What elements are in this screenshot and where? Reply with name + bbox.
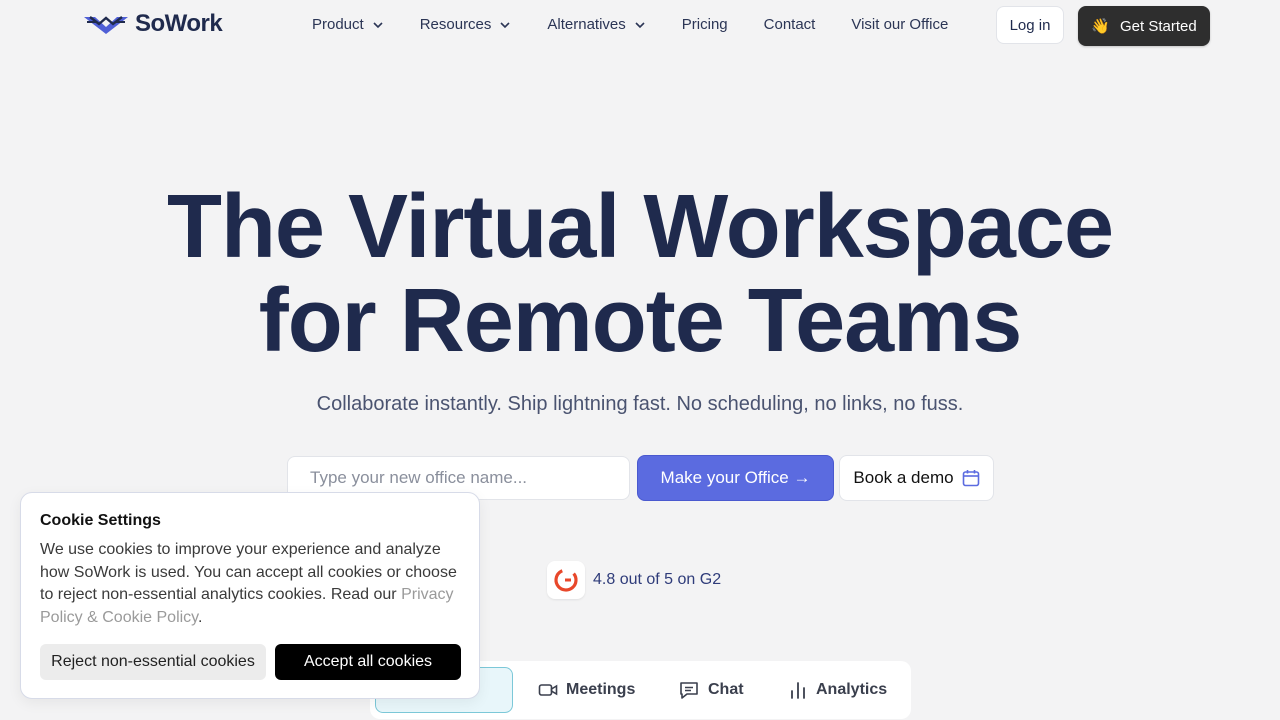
nav-item-pricing[interactable]: Pricing [682, 16, 728, 33]
reject-cookies-button[interactable]: Reject non-essential cookies [40, 644, 266, 680]
book-demo-label: Book a demo [853, 468, 954, 487]
tab-analytics[interactable]: Analytics [788, 667, 887, 713]
hero-title: The Virtual Workspace for Remote Teams [0, 180, 1280, 368]
nav-item-label: Pricing [681, 16, 728, 33]
logo-text: SoWork [135, 10, 223, 37]
hero-subtitle: Collaborate instantly. Ship lightning fa… [316, 393, 964, 415]
tab-label: Meetings [566, 681, 636, 698]
tab-label: Chat [708, 681, 744, 698]
hero-title-line-1: The Virtual Workspace [166, 177, 1114, 277]
g2-rating[interactable]: 4.8 out of 5 on G2 [547, 561, 721, 599]
accept-cookies-button[interactable]: Accept all cookies [275, 644, 461, 680]
site-header: SoWork Product Resources Alternatives Pr… [0, 0, 1280, 52]
nav-item-contact[interactable]: Contact [764, 16, 816, 33]
book-demo-button[interactable]: Book a demo [839, 455, 994, 501]
sowork-logo-icon [84, 16, 128, 34]
nav-item-label: Product [312, 16, 364, 33]
chevron-down-icon [635, 21, 645, 28]
g2-logo-icon [547, 561, 585, 599]
video-icon [538, 684, 558, 696]
nav-item-label: Resources [419, 16, 492, 33]
nav-item-visit-office[interactable]: Visit our Office [851, 16, 948, 33]
calendar-icon [962, 470, 979, 487]
cookie-body-end: . [197, 608, 203, 626]
tab-label: Analytics [816, 681, 888, 698]
analytics-icon [791, 682, 805, 699]
cookie-settings-dialog: Cookie Settings We use cookies to improv… [20, 492, 480, 699]
cookie-body: We use cookies to improve your experienc… [40, 539, 460, 629]
chat-icon [680, 682, 698, 699]
nav-item-label: Alternatives [547, 16, 626, 33]
hero-title-line-2: for Remote Teams [258, 271, 1023, 371]
waving-hand-icon: 👋 [1091, 18, 1110, 35]
tab-meetings[interactable]: Meetings [538, 667, 635, 713]
logo[interactable]: SoWork [83, 10, 223, 38]
rating-text: 4.8 out of 5 on G2 [593, 571, 722, 588]
nav-item-resources[interactable]: Resources [420, 16, 512, 33]
get-started-button[interactable]: 👋 Get Started [1078, 6, 1210, 46]
tab-chat[interactable]: Chat [678, 667, 744, 713]
nav-item-alternatives[interactable]: Alternatives [547, 16, 645, 33]
chevron-down-icon [373, 21, 383, 28]
nav-item-label: Contact [763, 16, 816, 33]
chevron-down-icon [500, 21, 510, 28]
nav-item-product[interactable]: Product [312, 16, 384, 33]
make-office-button[interactable]: Make your Office → [637, 455, 834, 501]
cookie-title: Cookie Settings [40, 512, 161, 529]
cookie-body-text: We use cookies to improve your experienc… [40, 541, 457, 603]
get-started-label: Get Started [1119, 17, 1197, 35]
main-nav: Product Resources Alternatives Pricing C… [312, 16, 948, 33]
nav-item-label: Visit our Office [851, 16, 949, 33]
login-button[interactable]: Log in [996, 6, 1064, 44]
